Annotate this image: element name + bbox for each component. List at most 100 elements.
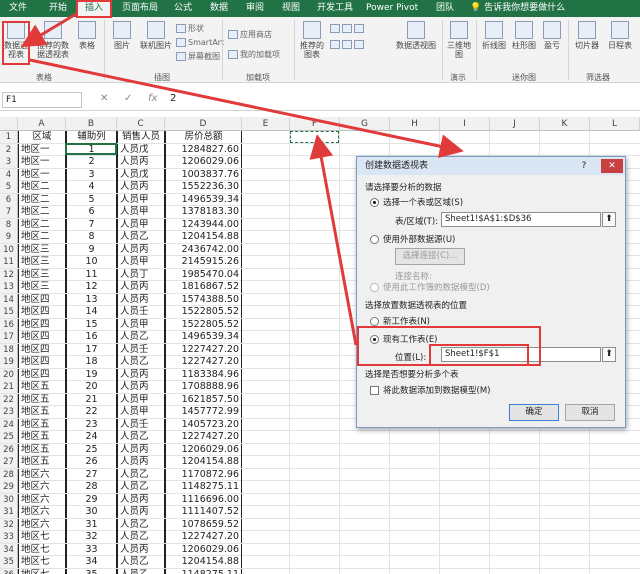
table-cell[interactable]: 1227427.20 [165,356,242,368]
table-cell[interactable]: 1496539.34 [165,331,242,343]
row-header[interactable]: 1 [0,131,18,143]
table-cell[interactable]: 1284827.60 [165,143,242,156]
table-cell[interactable]: 人员丙 [117,493,165,506]
table-cell[interactable]: 人员丁 [117,268,165,281]
table-cell[interactable]: 5 [66,193,117,206]
table-cell[interactable]: 1378183.30 [165,206,242,218]
tab-review[interactable]: 审阅 [242,0,268,17]
table-cell[interactable]: 1204154.88 [165,556,242,568]
table-cell[interactable]: 15 [66,318,117,331]
table-cell[interactable]: 人员丙 [117,543,165,556]
table-cell[interactable]: 人员甲 [117,406,165,418]
table-cell[interactable]: 7 [66,218,117,231]
table-cell[interactable]: 35 [66,568,117,574]
cancel-button[interactable]: 取消 [565,404,615,421]
table-cell[interactable]: 人员甲 [117,256,165,268]
table-cell[interactable]: 1243944.00 [165,218,242,231]
table-cell[interactable]: 22 [66,406,117,418]
table-cell[interactable]: 1405723.20 [165,418,242,431]
tab-home[interactable]: 开始 [44,0,72,17]
table-cell[interactable]: 1621857.50 [165,393,242,406]
table-cell[interactable]: 30 [66,506,117,518]
table-cell[interactable]: 人员乙 [117,356,165,368]
column-header-e[interactable]: E [242,117,290,131]
table-cell[interactable]: 12 [66,281,117,293]
table-cell[interactable]: 20 [66,381,117,393]
table-cell[interactable]: 16 [66,331,117,343]
table-cell[interactable]: 1111407.52 [165,506,242,518]
table-cell[interactable]: 人员乙 [117,468,165,481]
table-cell[interactable]: 人员丙 [117,381,165,393]
table-cell[interactable]: 人员乙 [117,431,165,443]
table-cell[interactable]: 地区三 [18,268,66,281]
row-header[interactable]: 29 [0,481,18,493]
table-cell[interactable]: 地区六 [18,506,66,518]
table-cell[interactable]: 21 [66,393,117,406]
table-cell[interactable]: 1227427.20 [165,343,242,356]
recommended-pivot-button[interactable]: 推荐的数据透视表 [34,21,72,59]
table-cell[interactable]: 13 [66,293,117,306]
tab-power-pivot[interactable]: Power Pivot [366,0,418,17]
online-pictures-button[interactable]: 联机图片 [138,21,174,50]
table-cell[interactable]: 1078659.52 [165,518,242,531]
table-cell[interactable]: 人员戊 [117,143,165,156]
row-header[interactable]: 30 [0,493,18,506]
table-cell[interactable]: 地区二 [18,193,66,206]
column-header-f[interactable]: F [290,117,340,131]
row-header[interactable]: 3 [0,156,18,168]
table-cell[interactable]: 1148275.11 [165,481,242,493]
table-button[interactable]: 表格 [76,21,98,50]
row-header[interactable]: 22 [0,393,18,406]
table-cell[interactable]: 地区三 [18,281,66,293]
help-button[interactable]: ? [573,159,595,173]
table-cell[interactable]: 18 [66,356,117,368]
table-cell[interactable]: 人员乙 [117,518,165,531]
table-cell[interactable]: 4 [66,181,117,193]
table-cell[interactable]: 8 [66,231,117,243]
table-cell[interactable]: 2436742.00 [165,243,242,256]
slicer-button[interactable]: 切片器 [572,21,602,50]
table-cell[interactable]: 地区二 [18,206,66,218]
table-cell[interactable]: 人员壬 [117,306,165,318]
table-cell[interactable]: 地区七 [18,568,66,574]
table-cell[interactable]: 地区三 [18,243,66,256]
range-input[interactable]: Sheet1!$A$1:$D$36 [441,212,601,227]
row-header[interactable]: 10 [0,243,18,256]
table-cell[interactable]: 地区五 [18,393,66,406]
table-cell[interactable]: 1522805.52 [165,306,242,318]
tab-page-layout[interactable]: 页面布局 [118,0,162,17]
my-addins-button[interactable]: 我的加载项 [228,49,280,60]
table-cell[interactable]: 1148275.11 [165,568,242,574]
column-header-l[interactable]: L [590,117,640,131]
table-cell[interactable]: 地区一 [18,143,66,156]
column-header-c[interactable]: C [117,117,165,131]
table-cell[interactable]: 25 [66,443,117,456]
table-cell[interactable]: 地区三 [18,256,66,268]
table-cell[interactable]: 地区一 [18,168,66,181]
table-cell[interactable]: 1985470.04 [165,268,242,281]
table-cell[interactable]: 3 [66,168,117,181]
column-header-b[interactable]: B [66,117,117,131]
table-cell[interactable]: 地区七 [18,531,66,543]
table-cell[interactable]: 1457772.99 [165,406,242,418]
table-cell[interactable]: 地区七 [18,556,66,568]
row-header[interactable]: 13 [0,281,18,293]
table-cell[interactable]: 地区五 [18,431,66,443]
column-header-d[interactable]: D [165,117,242,131]
formula-input[interactable]: 2 [170,93,176,104]
row-header[interactable]: 14 [0,293,18,306]
new-sheet-radio[interactable] [370,317,379,326]
row-header[interactable]: 31 [0,506,18,518]
smartart-button[interactable]: SmartArt [176,37,224,48]
table-cell[interactable]: 1003837.76 [165,168,242,181]
pivot-chart-button[interactable]: 数据透视图 [396,21,436,50]
3d-map-button[interactable]: 三维地图 [446,21,472,59]
row-header[interactable]: 11 [0,256,18,268]
table-cell[interactable]: 人员丙 [117,293,165,306]
table-cell[interactable]: 1206029.06 [165,156,242,168]
table-cell[interactable]: 人员壬 [117,343,165,356]
table-cell[interactable]: 地区四 [18,306,66,318]
range-collapse-icon[interactable]: ⬆ [602,212,616,227]
table-cell[interactable]: 10 [66,256,117,268]
table-cell[interactable]: 人员乙 [117,231,165,243]
